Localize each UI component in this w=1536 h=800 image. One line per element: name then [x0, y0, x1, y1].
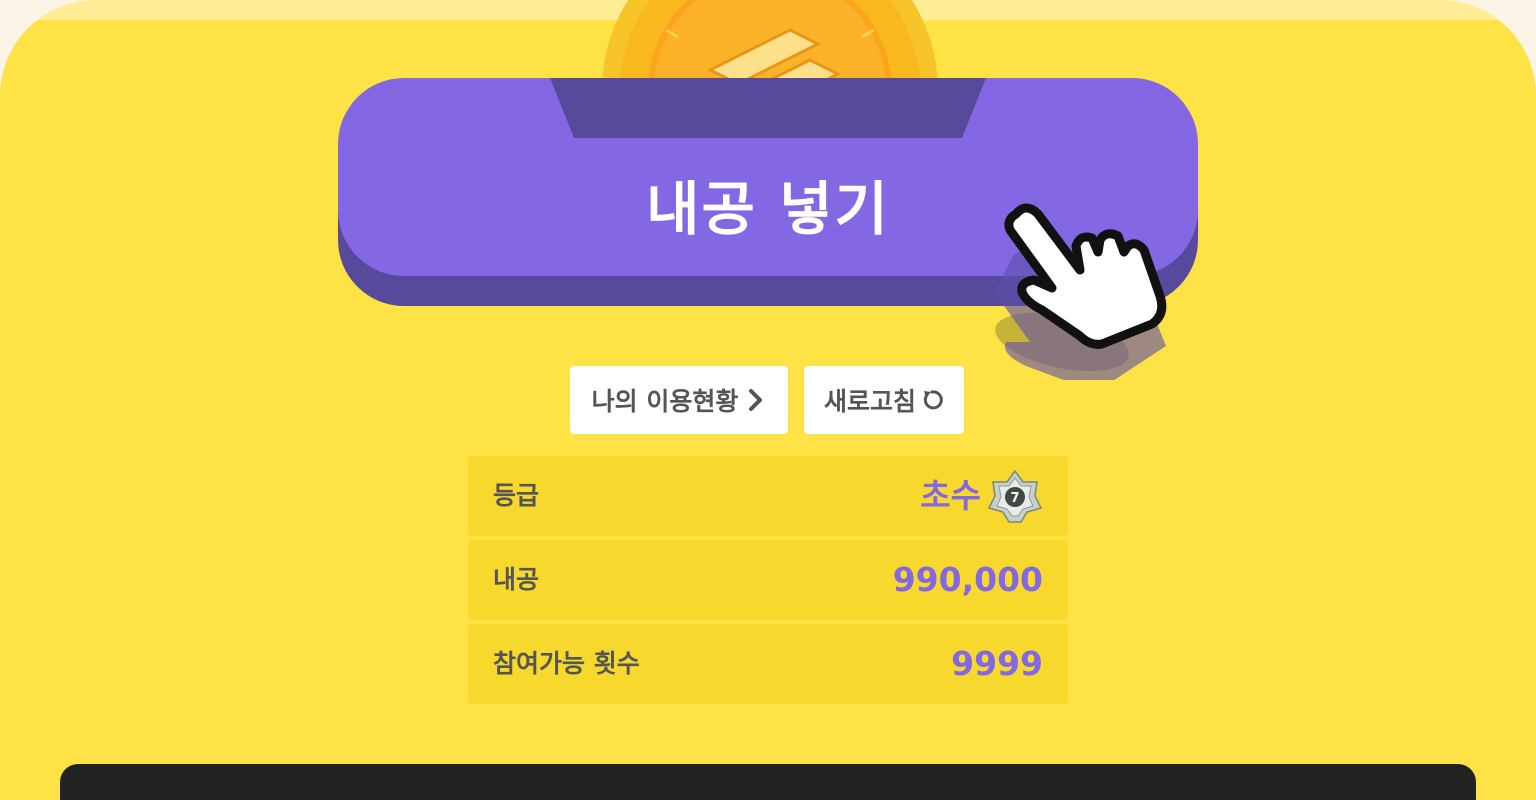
naegong-row: 내공 990,000 [468, 540, 1068, 620]
naegong-label: 내공 [493, 565, 540, 594]
grade-label: 등급 [493, 481, 540, 510]
refresh-button[interactable]: 새로고침 [804, 366, 964, 434]
grade-name: 초수 [920, 476, 981, 515]
hand-pointer-icon [994, 203, 1167, 380]
grade-badge-icon: 7 [987, 469, 1043, 523]
refresh-label: 새로고침 [823, 387, 916, 416]
my-usage-button[interactable]: 나의 이용현황 [570, 366, 788, 434]
my-usage-label: 나의 이용현황 [591, 387, 739, 416]
chevron-right-icon [749, 389, 763, 411]
grade-row: 등급 초수 7 [468, 456, 1068, 536]
bottom-card [60, 764, 1476, 800]
grade-value: 초수 7 [920, 456, 1043, 536]
attempts-label: 참여가능 횟수 [493, 649, 640, 678]
grade-badge-number: 7 [1010, 491, 1019, 506]
naegong-value: 990,000 [892, 560, 1043, 599]
attempts-row: 참여가능 횟수 9999 [468, 624, 1068, 704]
button-notch [550, 78, 986, 138]
refresh-icon [923, 390, 943, 410]
main-panel: 내공 넣기 나의 이용현황 새로고침 등급 초수 7 내공 990,000 참여… [0, 0, 1536, 800]
attempts-value: 9999 [951, 644, 1043, 683]
